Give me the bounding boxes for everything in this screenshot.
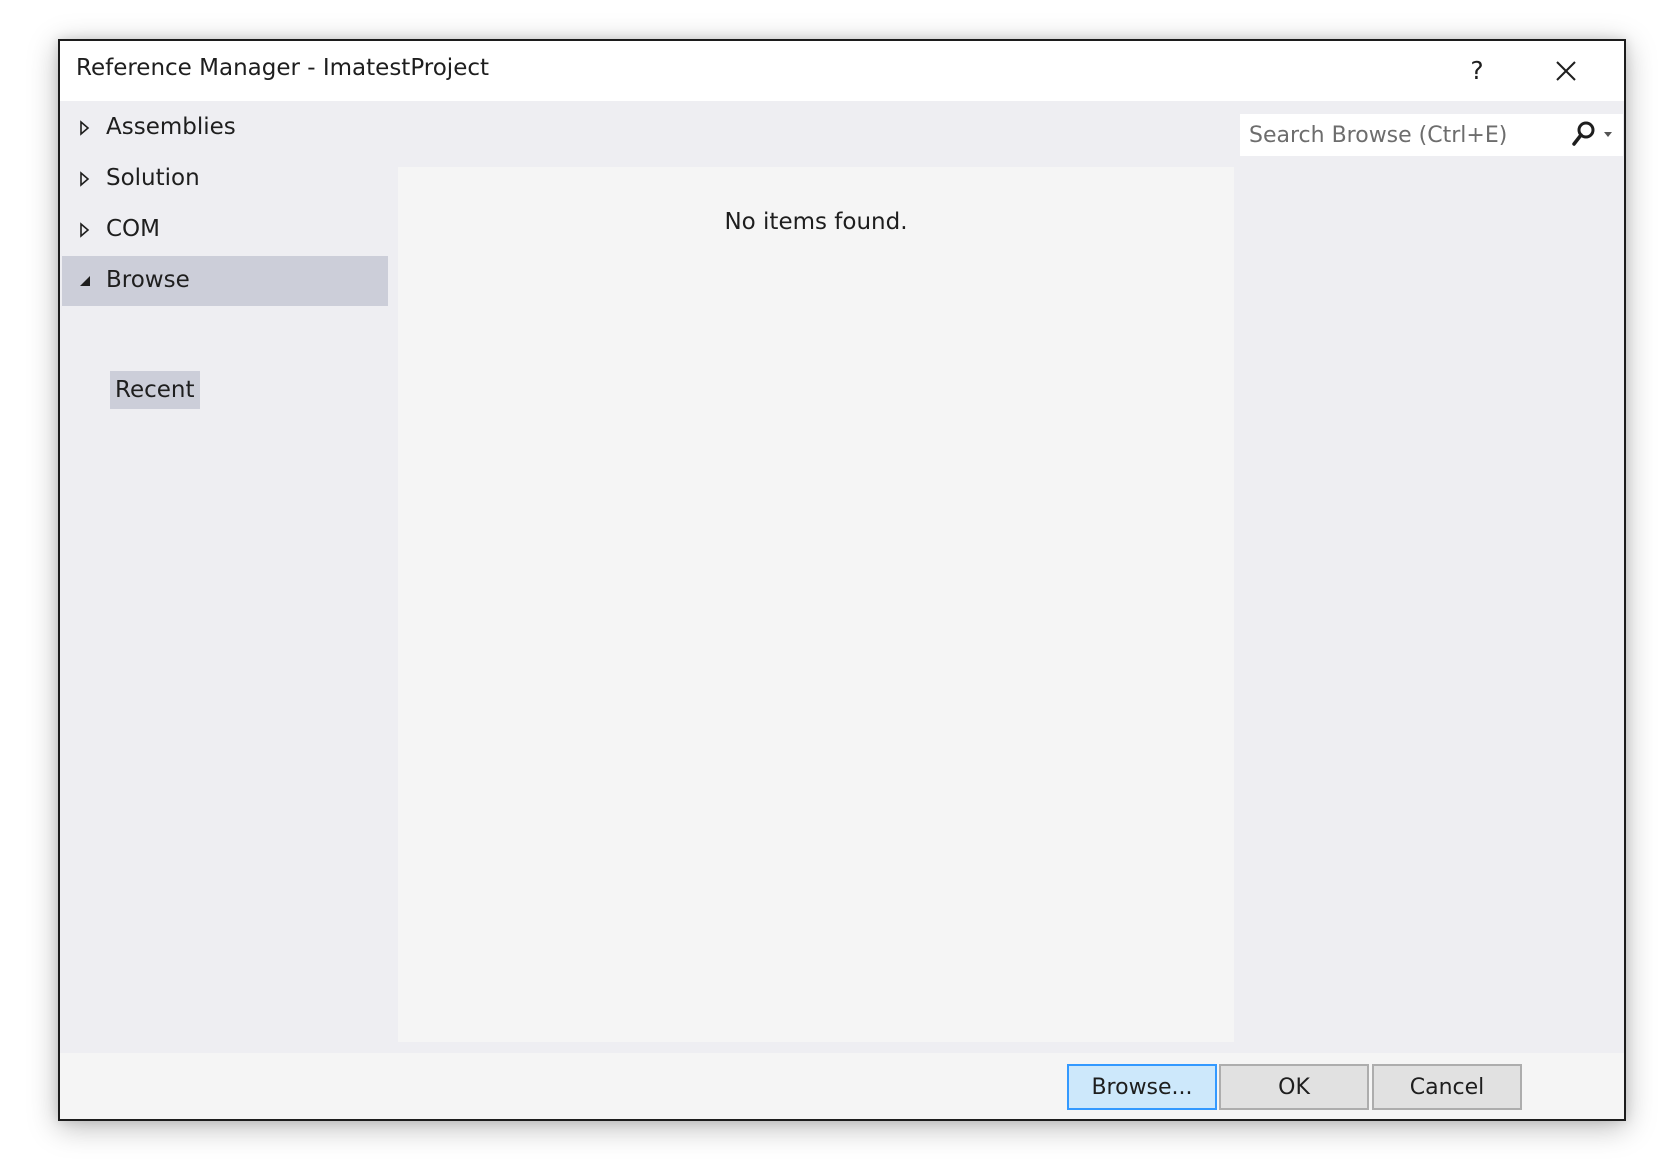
search-input[interactable]: [1240, 114, 1560, 156]
close-button[interactable]: [1544, 49, 1588, 93]
expand-arrow-icon: [80, 120, 90, 136]
sidebar-item-assemblies[interactable]: Assemblies: [62, 103, 388, 153]
expand-arrow-icon: [80, 222, 90, 238]
help-button[interactable]: ?: [1456, 49, 1498, 91]
browse-button[interactable]: Browse...: [1067, 1064, 1217, 1110]
close-icon: [1556, 61, 1576, 81]
sidebar-item-browse[interactable]: Browse: [62, 256, 388, 306]
sidebar-subitem-recent[interactable]: Recent: [110, 371, 200, 409]
expand-arrow-icon: [80, 171, 90, 187]
search-icon: [1572, 121, 1612, 146]
collapse-arrow-icon: [80, 276, 90, 286]
search-button[interactable]: [1566, 118, 1622, 152]
window-title: Reference Manager - ImatestProject: [76, 55, 490, 81]
search-box: [1240, 114, 1623, 156]
title-bar: Reference Manager - ImatestProject ?: [60, 41, 1624, 101]
sidebar-item-label: Browse: [106, 267, 190, 293]
sidebar-item-com[interactable]: COM: [62, 205, 388, 255]
sidebar-item-label: Solution: [106, 165, 200, 191]
results-pane: No items found.: [398, 167, 1234, 1042]
sidebar-item-label: Assemblies: [106, 114, 236, 140]
dialog-footer: Browse... OK Cancel: [60, 1053, 1624, 1119]
ok-button[interactable]: OK: [1219, 1064, 1369, 1110]
cancel-button[interactable]: Cancel: [1372, 1064, 1522, 1110]
reference-manager-dialog: Reference Manager - ImatestProject ? Ass…: [58, 39, 1626, 1121]
sidebar-item-label: COM: [106, 216, 161, 242]
sidebar-nav: Assemblies Solution COM Browse Recent: [60, 101, 390, 901]
empty-message: No items found.: [724, 209, 908, 235]
sidebar-item-solution[interactable]: Solution: [62, 154, 388, 204]
